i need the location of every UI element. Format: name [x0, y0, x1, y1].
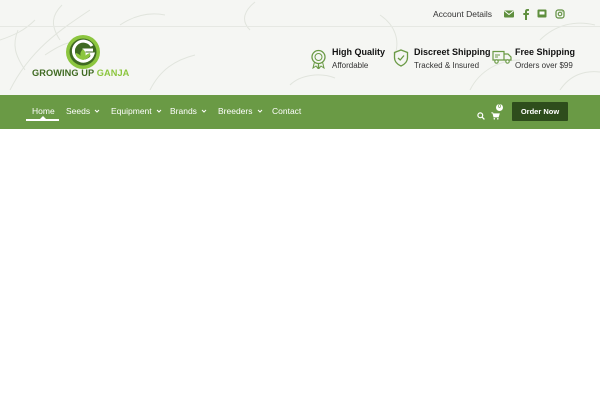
feature-subtitle: Orders over $99 — [515, 61, 573, 70]
nav-item-seeds[interactable]: Seeds — [66, 106, 100, 116]
feature-high-quality: High Quality Affordable — [310, 47, 390, 73]
truck-icon — [492, 49, 512, 70]
award-icon — [310, 49, 327, 74]
nav-item-home[interactable]: Home — [32, 106, 55, 116]
shield-icon — [393, 49, 409, 72]
logo-mark-icon — [66, 35, 100, 69]
search-icon[interactable] — [477, 107, 485, 125]
chevron-down-icon — [94, 109, 100, 113]
feature-title: Free Shipping — [515, 47, 576, 57]
site-logo[interactable]: GROWING UP GANJA — [32, 34, 134, 82]
top-divider — [0, 26, 600, 27]
email-icon[interactable] — [504, 8, 516, 20]
feature-subtitle: Tracked & Insured — [414, 61, 480, 70]
instagram-icon[interactable] — [555, 8, 567, 20]
chevron-down-icon — [257, 109, 262, 113]
message-icon[interactable] — [537, 8, 549, 20]
chevron-down-icon — [156, 109, 161, 113]
logo-wordmark: GROWING UP GANJA — [32, 68, 130, 78]
order-now-button[interactable]: Order Now — [512, 102, 568, 121]
feature-subtitle: Affordable — [332, 61, 369, 70]
feature-free-shipping: Free Shipping Orders over $99 — [492, 47, 597, 73]
facebook-icon[interactable] — [522, 8, 534, 20]
feature-title: High Quality — [332, 47, 386, 57]
cart-count-badge: 0 — [496, 104, 503, 111]
nav-item-brands[interactable]: Brands — [170, 106, 207, 116]
nav-active-indicator — [26, 119, 59, 121]
nav-item-contact[interactable]: Contact — [272, 106, 301, 116]
feature-discreet-shipping: Discreet Shipping Tracked & Insured — [393, 47, 491, 73]
nav-item-breeders[interactable]: Breeders — [218, 106, 263, 116]
chevron-down-icon — [201, 109, 207, 113]
feature-title: Discreet Shipping — [414, 47, 491, 57]
nav-item-equipment[interactable]: Equipment — [111, 106, 162, 116]
account-details-link[interactable]: Account Details — [433, 8, 492, 20]
